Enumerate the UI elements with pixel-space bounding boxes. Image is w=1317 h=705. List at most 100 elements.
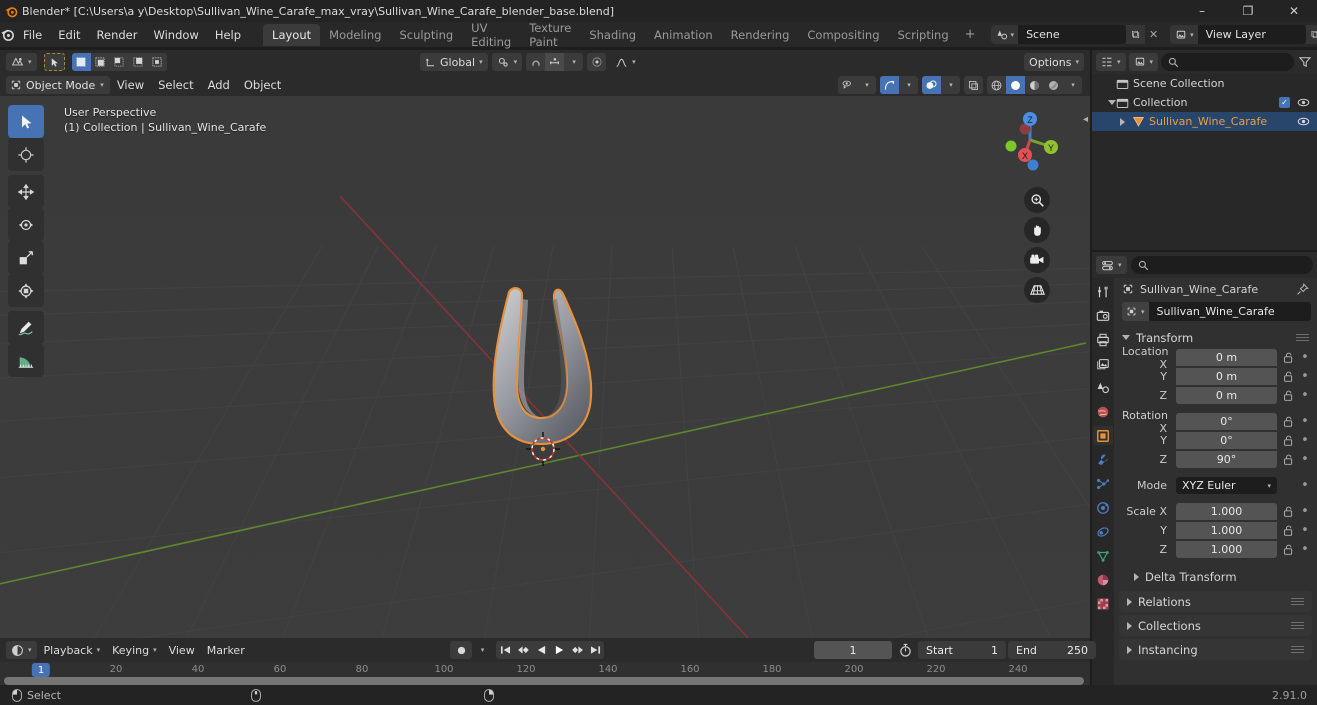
pin-icon[interactable] <box>1296 282 1309 296</box>
viewport-menu-object[interactable]: Object <box>237 78 288 92</box>
tab-scripting[interactable]: Scripting <box>889 24 958 46</box>
transform-orientation-selector[interactable]: Global ▾ <box>420 53 488 71</box>
outliner-row-collection[interactable]: Collection ✓ <box>1092 93 1317 112</box>
jump-end-icon[interactable] <box>586 641 604 659</box>
timeline-menu-playback[interactable]: Playback ▾ <box>39 641 106 659</box>
panel-header-instancing[interactable]: Instancing <box>1119 639 1312 660</box>
scale-x-field[interactable]: 1.000 <box>1176 503 1277 520</box>
next-keyframe-icon[interactable] <box>568 641 586 659</box>
lock-icon[interactable] <box>1281 352 1295 364</box>
move-tool[interactable] <box>8 175 44 208</box>
rotation-mode-dropdown[interactable]: XYZ Euler ▾ <box>1176 477 1277 494</box>
viewport-options-button[interactable]: Options ▾ <box>1024 53 1084 71</box>
rotation-y-field[interactable]: 0° <box>1176 432 1277 449</box>
visibility-eye-icon[interactable] <box>1297 116 1310 127</box>
transform-tool[interactable] <box>8 274 44 307</box>
scale-z-field[interactable]: 1.000 <box>1176 541 1277 558</box>
object-mode-selector[interactable]: Object Mode ▾ <box>6 76 110 94</box>
select-subtract-icon[interactable] <box>110 53 129 71</box>
menu-render[interactable]: Render <box>89 25 146 45</box>
active-tool-indicator[interactable] <box>43 53 65 71</box>
remove-scene-button[interactable]: ✕ <box>1145 25 1162 44</box>
animate-property-dot[interactable]: • <box>1299 369 1311 384</box>
tab-animation[interactable]: Animation <box>645 24 722 46</box>
tab-object-icon[interactable] <box>1093 426 1113 445</box>
outliner-row-sullivan-wine-carafe[interactable]: Sullivan_Wine_Carafe <box>1092 112 1317 131</box>
new-view-layer-button[interactable]: ⧉ <box>1305 25 1317 44</box>
tab-view-layer-icon[interactable] <box>1093 354 1113 373</box>
lock-icon[interactable] <box>1281 371 1295 383</box>
tab-physics-icon[interactable] <box>1093 498 1113 517</box>
falloff-curve-selector[interactable]: ▾ <box>610 53 641 71</box>
snap-dropdown-icon[interactable]: ▾ <box>564 53 583 71</box>
lock-icon[interactable] <box>1281 544 1295 556</box>
scene-name[interactable]: Scene <box>1018 28 1126 41</box>
tab-scene-icon[interactable] <box>1093 378 1113 397</box>
scale-tool[interactable] <box>8 241 44 274</box>
tab-modeling[interactable]: Modeling <box>320 24 390 46</box>
lock-icon[interactable] <box>1281 416 1295 428</box>
pivot-point-selector[interactable]: ▾ <box>491 53 523 71</box>
editor-type-selector[interactable]: ▾ <box>6 53 37 71</box>
outliner-row-scene-collection[interactable]: Scene Collection <box>1092 74 1317 93</box>
prev-keyframe-icon[interactable] <box>514 641 532 659</box>
tab-sculpting[interactable]: Sculpting <box>390 24 462 46</box>
panel-header-relations[interactable]: Relations <box>1119 591 1312 612</box>
minimize-button[interactable]: – <box>1179 0 1225 22</box>
scene-datablock-icon[interactable]: ▾ <box>990 25 1019 44</box>
shading-dropdown-icon[interactable]: ▾ <box>1063 76 1082 94</box>
properties-editor-type-selector[interactable]: ▾ <box>1096 256 1127 274</box>
animate-property-dot[interactable]: • <box>1299 452 1311 467</box>
outliner-search-input[interactable] <box>1161 53 1294 71</box>
snap-target-icon[interactable] <box>545 53 565 71</box>
menu-file[interactable]: File <box>15 25 50 45</box>
auto-keying-toggle[interactable] <box>450 641 472 659</box>
zoom-icon[interactable] <box>1024 187 1050 213</box>
timeline-menu-view[interactable]: View <box>164 641 200 659</box>
object-visibility-icon[interactable] <box>838 76 857 94</box>
location-y-field[interactable]: 0 m <box>1176 368 1277 385</box>
animate-property-dot[interactable]: • <box>1299 350 1311 365</box>
lock-icon[interactable] <box>1281 525 1295 537</box>
outliner-editor-type-selector[interactable]: ▾ <box>1096 53 1126 71</box>
material-preview-shading-icon[interactable] <box>1025 76 1044 94</box>
wireframe-shading-icon[interactable] <box>987 76 1006 94</box>
animate-property-dot[interactable]: • <box>1299 433 1311 448</box>
tab-output-icon[interactable] <box>1093 330 1113 349</box>
measure-tool[interactable] <box>8 344 44 377</box>
grid-ortho-icon[interactable] <box>1024 277 1050 303</box>
timeline-editor-type-selector[interactable]: ▾ <box>6 641 37 659</box>
maximize-button[interactable]: ❐ <box>1225 0 1271 22</box>
select-intersect-icon[interactable] <box>148 53 167 71</box>
pan-hand-icon[interactable] <box>1024 217 1050 243</box>
play-reverse-icon[interactable] <box>532 641 550 659</box>
panel-header-collections[interactable]: Collections <box>1119 615 1312 636</box>
object-datablock-icon[interactable]: ▾ <box>1122 302 1149 321</box>
tab-texture-icon[interactable] <box>1093 594 1113 613</box>
tab-tool-icon[interactable] <box>1093 282 1113 301</box>
animate-property-dot[interactable]: • <box>1299 542 1311 557</box>
blender-menu-icon[interactable] <box>0 27 15 42</box>
play-icon[interactable] <box>550 641 568 659</box>
auto-keying-dropdown[interactable]: ▾ <box>473 641 491 659</box>
tab-texture-paint[interactable]: Texture Paint <box>520 17 580 53</box>
toggle-xray-icon[interactable] <box>964 76 983 94</box>
cursor-tool[interactable] <box>8 138 44 171</box>
animate-property-dot[interactable]: • <box>1299 414 1311 429</box>
new-scene-button[interactable]: ⧉ <box>1126 25 1146 44</box>
tab-constraints-icon[interactable] <box>1093 522 1113 541</box>
lock-icon[interactable] <box>1281 390 1295 402</box>
tab-shading[interactable]: Shading <box>580 24 645 46</box>
camera-icon[interactable] <box>1024 247 1050 273</box>
tab-compositing[interactable]: Compositing <box>798 24 888 46</box>
lock-icon[interactable] <box>1281 435 1295 447</box>
menu-edit[interactable]: Edit <box>50 25 88 45</box>
location-x-field[interactable]: 0 m <box>1176 349 1277 366</box>
visibility-eye-icon[interactable] <box>1297 97 1310 108</box>
timeline-ruler[interactable]: 20 40 60 80 100 120 140 160 180 200 220 … <box>0 662 1090 685</box>
add-workspace-button[interactable]: + <box>958 23 983 46</box>
visibility-dropdown-icon[interactable]: ▾ <box>857 76 876 94</box>
rotation-z-field[interactable]: 90° <box>1176 451 1277 468</box>
menu-help[interactable]: Help <box>207 25 249 45</box>
lock-icon[interactable] <box>1281 454 1295 466</box>
